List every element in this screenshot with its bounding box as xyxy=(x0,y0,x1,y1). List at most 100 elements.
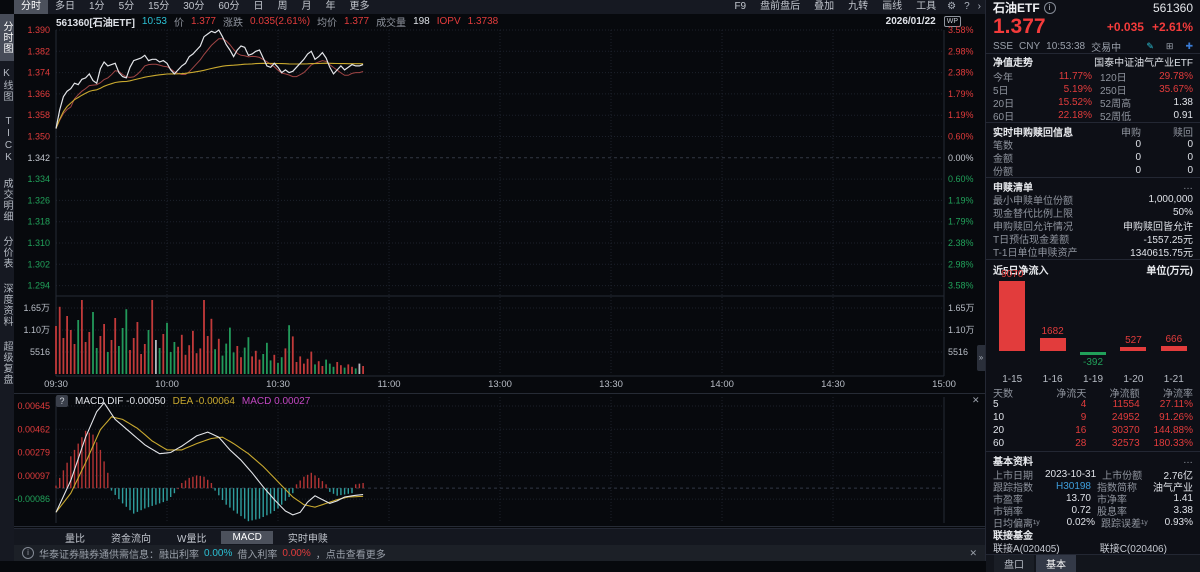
tab-moneyflow[interactable]: 资金流向 xyxy=(100,529,162,546)
tab-month[interactable]: 月 xyxy=(295,0,319,14)
nine-turn-button[interactable]: 九转 xyxy=(841,0,875,14)
netflow-bar: 9070 xyxy=(992,269,1032,373)
feeder-fund-a-link[interactable]: 联接A(020405) xyxy=(993,541,1060,554)
netflow-dates: 1-15 1-16 1-19 1-20 1-21 xyxy=(1002,373,1184,385)
svg-text:13:00: 13:00 xyxy=(488,379,512,390)
svg-text:1.10万: 1.10万 xyxy=(948,325,975,335)
tab-5min[interactable]: 5分 xyxy=(112,0,142,14)
pre-post-market-button[interactable]: 盘前盘后 xyxy=(753,0,807,14)
tab-1min[interactable]: 1分 xyxy=(82,0,112,14)
svg-text:11:00: 11:00 xyxy=(377,379,400,390)
basic-row: 日均偏离¹ʸ 0.02% 跟踪误差¹ʸ 0.93% xyxy=(993,517,1193,530)
notice-more-link[interactable]: ，点击查看更多 xyxy=(316,546,386,561)
nav-section-title: 净值走势 xyxy=(993,58,1033,69)
stock-info-icon[interactable]: i xyxy=(1043,1,1056,14)
tab-realtime-creation[interactable]: 实时申赎 xyxy=(277,529,339,546)
svg-text:1.334: 1.334 xyxy=(27,174,50,184)
panel-collapse-handle[interactable]: » xyxy=(977,345,985,371)
panel-change: +0.035 xyxy=(1106,20,1144,34)
svg-text:5516: 5516 xyxy=(948,347,968,357)
more-icon[interactable]: … xyxy=(1183,181,1193,192)
svg-text:1.358: 1.358 xyxy=(27,110,50,120)
svg-text:0.00645: 0.00645 xyxy=(17,401,50,411)
svg-text:5516: 5516 xyxy=(30,347,50,357)
svg-text:1.390: 1.390 xyxy=(27,25,50,35)
realtime-row: 笔数 0 0 xyxy=(993,139,1193,152)
f9-button[interactable]: F9 xyxy=(727,0,753,14)
borrow-rate-value: 0.00% xyxy=(282,547,311,559)
panel-stock-code: 561360 xyxy=(1152,0,1193,15)
svg-text:1.382: 1.382 xyxy=(27,46,50,56)
svg-text:14:00: 14:00 xyxy=(710,379,734,390)
add-icon[interactable]: ✚ xyxy=(1185,41,1193,52)
svg-text:1.302: 1.302 xyxy=(27,259,50,269)
nav-row: 60日 22.18% 52周低 0.91 xyxy=(993,110,1193,123)
tab-60min[interactable]: 60分 xyxy=(211,0,246,14)
grid-icon[interactable]: ⊞ xyxy=(1166,41,1174,52)
notice-close-icon[interactable]: ✕ xyxy=(969,548,977,559)
macd-hist-label: MACD xyxy=(241,395,272,407)
svg-text:0.00%: 0.00% xyxy=(948,153,974,163)
svg-text:09:30: 09:30 xyxy=(44,379,68,390)
chevron-right-icon[interactable]: › xyxy=(974,0,985,14)
trading-app: { "icons":{"gear":"⚙","help":"?","chevro… xyxy=(0,0,1200,572)
quote-panel: 石油ETF i 561360 1.377 +0.035 +2.61% SSE C… xyxy=(985,0,1200,572)
svg-text:2.38%: 2.38% xyxy=(948,238,974,248)
indicator-help-icon[interactable]: ? xyxy=(56,395,68,407)
tab-wliangbi[interactable]: W量比 xyxy=(166,529,217,546)
svg-text:2.38%: 2.38% xyxy=(948,68,974,78)
feeder-fund-c-link[interactable]: 联接C(020406) xyxy=(1100,541,1167,554)
macd-chart[interactable]: 0.00645 0.00462 0.00279 0.00097 -0.00086 xyxy=(0,393,985,528)
netflow-table-row: 10 9 24952 91.26% xyxy=(993,412,1193,423)
tab-pankou[interactable]: 盘口 xyxy=(994,555,1034,572)
edit-icon[interactable]: ✎ xyxy=(1146,41,1154,52)
tab-week[interactable]: 周 xyxy=(271,0,295,14)
gear-icon[interactable]: ⚙ xyxy=(943,0,960,14)
macd-close-icon[interactable]: ✕ xyxy=(972,395,980,406)
tab-more[interactable]: 更多 xyxy=(343,0,377,14)
macd-legend: ? MACD DIF -0.00050 DEA -0.00064 MACD 0.… xyxy=(56,395,310,407)
tab-fenshi[interactable]: 分时 xyxy=(14,0,48,14)
macd-dif-value: -0.00050 xyxy=(126,395,166,407)
svg-text:0.60%: 0.60% xyxy=(948,132,974,142)
intraday-chart[interactable]: 09:30 10:00 10:30 11:00 13:00 13:30 14:00 14:30… xyxy=(0,14,985,393)
svg-text:1.65万: 1.65万 xyxy=(23,303,50,313)
tab-year[interactable]: 年 xyxy=(319,0,343,14)
svg-text:1.79%: 1.79% xyxy=(948,89,974,99)
margin-notice-bar[interactable]: i 华泰证券融券通供需信息：融出利率 0.00% 借入利率 0.00% ，点击查… xyxy=(14,545,985,561)
macd-dea-label: DEA xyxy=(172,395,193,407)
trading-status: 交易中 xyxy=(1091,42,1122,54)
svg-text:1.79%: 1.79% xyxy=(948,217,974,227)
tab-jiben[interactable]: 基本 xyxy=(1036,555,1076,572)
help-icon[interactable]: ? xyxy=(960,0,974,14)
draw-line-button[interactable]: 画线 xyxy=(875,0,909,14)
tab-30min[interactable]: 30分 xyxy=(176,0,211,14)
netflow-table-row: 5 4 11554 27.11% xyxy=(993,399,1193,410)
macd-dea-value: -0.00064 xyxy=(195,395,235,407)
fund-full-name: 国泰中证油气产业ETF xyxy=(1094,58,1193,69)
basic-row: 跟踪指数 H30198 指数简称 油气产业 xyxy=(993,481,1193,494)
svg-text:2.98%: 2.98% xyxy=(948,46,974,56)
tab-macd[interactable]: MACD xyxy=(221,530,273,544)
basic-info-title: 基本资料 xyxy=(993,456,1033,468)
tab-liangbi[interactable]: 量比 xyxy=(54,529,96,546)
tab-15min[interactable]: 15分 xyxy=(141,0,176,14)
notice-text: 华泰证券融券通供需信息：融出利率 xyxy=(39,549,199,561)
tools-button[interactable]: 工具 xyxy=(909,0,943,14)
netflow-table-row: 20 16 30370 144.88% xyxy=(993,425,1193,436)
svg-text:1.374: 1.374 xyxy=(27,68,50,78)
svg-text:0.00462: 0.00462 xyxy=(17,424,50,434)
svg-text:3.58%: 3.58% xyxy=(948,281,974,291)
panel-last-price: 1.377 xyxy=(993,15,1046,38)
netflow-bar: 527 xyxy=(1113,277,1153,373)
realtime-row: 金额 0 0 xyxy=(993,152,1193,165)
overlay-button[interactable]: 叠加 xyxy=(807,0,841,14)
netflow-bar-chart: 9070 1682 -392 527 666 xyxy=(986,269,1200,373)
more-icon[interactable]: … xyxy=(1183,455,1193,466)
notice-mid-text: 借入利率 xyxy=(237,549,278,561)
basic-row: 市盈率 13.70 市净率 1.41 xyxy=(993,493,1193,506)
tab-day[interactable]: 日 xyxy=(247,0,271,14)
svg-text:10:00: 10:00 xyxy=(155,379,179,390)
panel-stock-name: 石油ETF xyxy=(993,1,1040,15)
tab-duori[interactable]: 多日 xyxy=(48,0,82,14)
